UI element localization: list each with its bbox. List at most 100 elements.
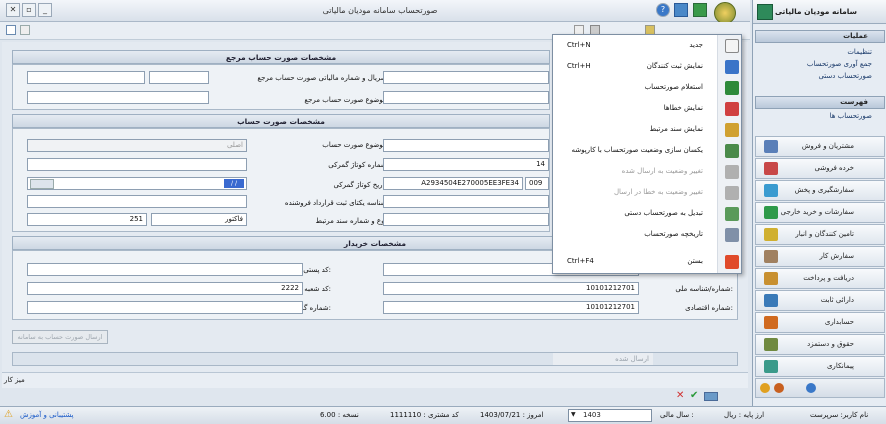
module-icon bbox=[764, 360, 778, 373]
minimize-icon[interactable]: _ bbox=[38, 3, 52, 17]
sidebar-nav-item[interactable]: حسابداری bbox=[755, 312, 885, 333]
version-text: نسخه : 6.00 bbox=[320, 411, 359, 419]
delete-icon[interactable]: ✕ bbox=[676, 391, 686, 401]
sidebar-nav-item[interactable]: سفارشگیری و پخش bbox=[755, 180, 885, 201]
sidebar-nav-item[interactable]: تامین کنندگان و انبار bbox=[755, 224, 885, 245]
save-icon[interactable] bbox=[693, 3, 707, 17]
menu-item[interactable]: جدید Ctrl+N bbox=[553, 37, 743, 55]
menu-item[interactable]: استعلام صورتحساب bbox=[553, 79, 743, 97]
branch-code-label: کد شعبه: bbox=[304, 285, 331, 293]
support-link[interactable]: پشتیبانی و آموزش bbox=[20, 411, 74, 419]
ref-serial-field[interactable] bbox=[149, 71, 209, 84]
invoice-subject-select[interactable] bbox=[383, 139, 549, 152]
sidebar-nav-item[interactable]: حقوق و دستمزد bbox=[755, 334, 885, 355]
sidebar-nav-item[interactable]: دارائی ثابت bbox=[755, 290, 885, 311]
menu-item[interactable]: تاریخچه صورتحساب bbox=[553, 226, 743, 244]
branch-code-field[interactable]: 2222 bbox=[27, 282, 303, 295]
menu-item-label: نمایش خطاها bbox=[663, 104, 703, 112]
window-title: صورتحساب سامانه مودیان مالیاتی bbox=[322, 6, 438, 15]
copy-icon[interactable] bbox=[20, 25, 30, 35]
sidebar-op-settings[interactable]: تنظیمات bbox=[847, 48, 872, 56]
confirm-icon[interactable]: ✔ bbox=[690, 391, 700, 401]
maximize-icon[interactable]: ▫ bbox=[22, 3, 36, 17]
contract-id-input[interactable] bbox=[383, 195, 549, 208]
invoice-panel-header: مشخصات صورت حساب bbox=[12, 114, 550, 128]
tax-id-prefix-field[interactable]: 009 bbox=[525, 177, 549, 190]
postal-code-field[interactable] bbox=[27, 263, 303, 276]
desk-label: میز کار bbox=[4, 376, 25, 384]
customs-date-field[interactable]: / / bbox=[27, 177, 247, 190]
menu-item-shortcut: Ctrl+H bbox=[567, 62, 591, 70]
close-icon[interactable]: ✕ bbox=[6, 3, 20, 17]
list-section[interactable]: فهرست bbox=[755, 96, 885, 109]
fiscal-year-select[interactable]: 1403 ▼ bbox=[568, 409, 652, 422]
status-strip: ارسال شده bbox=[12, 352, 738, 366]
customer-code-text: کد مشتری : 1111110 bbox=[390, 411, 459, 419]
sidebar-nav-label: حسابداری bbox=[824, 318, 854, 326]
calendar-icon[interactable] bbox=[30, 179, 54, 189]
context-menu: جدید Ctrl+N نمایش ثبت کنندگان Ctrl+H استعلام… bbox=[552, 34, 742, 274]
app-menu-orb-icon[interactable] bbox=[714, 2, 736, 24]
ref-serial-input[interactable] bbox=[383, 71, 549, 84]
send-to-system-button[interactable]: ارسال صورت حساب به سامانه bbox=[12, 330, 108, 344]
menu-item[interactable]: یکسان سازی وضعیت صورتحساب با کارپوشه bbox=[553, 142, 743, 160]
related-doc-number-field[interactable]: 251 bbox=[27, 213, 147, 226]
options-icon[interactable] bbox=[806, 383, 816, 393]
sidebar-nav-label: حقوق و دستمزد bbox=[807, 340, 854, 348]
customs-number-input[interactable]: 14 bbox=[383, 158, 549, 171]
related-doc-type-field[interactable]: فاکتور bbox=[151, 213, 247, 226]
ref-subject-field[interactable] bbox=[27, 91, 209, 104]
window-icon[interactable] bbox=[6, 25, 16, 35]
grid-icon[interactable] bbox=[674, 3, 688, 17]
related-doc-input[interactable] bbox=[383, 213, 549, 226]
app-title: سامانه مودیان مالیاتی bbox=[774, 7, 857, 16]
operations-section[interactable]: عملیات bbox=[755, 30, 885, 43]
module-icon bbox=[764, 184, 778, 197]
customs-date-value: / / bbox=[224, 179, 244, 188]
tax-id-field[interactable]: A2934504E270005EE3FE34 bbox=[383, 177, 523, 190]
menu-item: تغییر وضعیت به خطا در ارسال bbox=[553, 184, 743, 202]
sidebar-list-invoices[interactable]: صورتحساب ها bbox=[830, 112, 872, 120]
invoice-panel: موضوع صورت حساب: شماره کوتاژ گمرکی: تاری… bbox=[12, 128, 550, 232]
menu-item-label: جدید bbox=[689, 41, 703, 49]
sidebar-nav-item[interactable]: سفارشات و خرید خارجی bbox=[755, 202, 885, 223]
menu-item-label: استعلام صورتحساب bbox=[644, 83, 703, 91]
menu-item-icon bbox=[725, 144, 739, 158]
economic-code-field[interactable]: 10101212701 bbox=[383, 301, 639, 314]
title-bar: ✕ ▫ _ صورتحساب سامانه مودیان مالیاتی ? bbox=[0, 0, 750, 24]
module-icon bbox=[764, 316, 778, 329]
invoice-subject-field[interactable]: اصلی bbox=[27, 139, 247, 152]
menu-item[interactable]: نمایش خطاها bbox=[553, 100, 743, 118]
sidebar-nav-item[interactable]: سفارش کار bbox=[755, 246, 885, 267]
sidebar-op-manual[interactable]: صورتحساب دستی bbox=[818, 72, 872, 80]
sidebar-nav-item[interactable]: مشتریان و فروش bbox=[755, 136, 885, 157]
module-icon bbox=[764, 294, 778, 307]
chevron-down-icon[interactable]: ▼ bbox=[571, 411, 576, 418]
more-icon[interactable] bbox=[760, 383, 770, 393]
list-icon[interactable] bbox=[704, 392, 718, 401]
customs-number-field[interactable] bbox=[27, 158, 247, 171]
sidebar: سامانه مودیان مالیاتی عملیات تنظیمات جمع… bbox=[752, 0, 886, 406]
menu-item[interactable]: نمایش ثبت کنندگان Ctrl+H bbox=[553, 58, 743, 76]
module-icon bbox=[764, 250, 778, 263]
operations-header: عملیات bbox=[843, 32, 868, 40]
help-icon[interactable]: ? bbox=[656, 3, 670, 17]
ref-subject-select[interactable] bbox=[383, 91, 549, 104]
pin-icon[interactable] bbox=[774, 383, 784, 393]
sidebar-nav-label: سفارشگیری و پخش bbox=[794, 186, 854, 194]
sidebar-nav-label: مشتریان و فروش bbox=[801, 142, 854, 150]
related-doc-label: نوع و شماره سند مرتبط: bbox=[315, 217, 389, 225]
passport-field[interactable] bbox=[27, 301, 303, 314]
menu-item[interactable]: بستن Ctrl+F4 bbox=[553, 253, 743, 271]
national-id-field[interactable]: 10101212701 bbox=[383, 282, 639, 295]
sidebar-nav-item[interactable]: دریافت و پرداخت bbox=[755, 268, 885, 289]
economic-code-label: شماره اقتصادی: bbox=[685, 304, 733, 312]
customs-number-label: شماره کوتاژ گمرکی: bbox=[328, 161, 389, 169]
menu-item[interactable]: تبدیل به صورتحساب دستی bbox=[553, 205, 743, 223]
menu-item[interactable]: نمایش سند مرتبط bbox=[553, 121, 743, 139]
sidebar-op-collect[interactable]: جمع آوری صورتحساب bbox=[807, 60, 872, 68]
contract-id-field[interactable] bbox=[27, 195, 247, 208]
sidebar-nav-item[interactable]: خرده فروشی bbox=[755, 158, 885, 179]
ref-tax-number-field[interactable] bbox=[27, 71, 145, 84]
sidebar-nav-item[interactable]: پیمانکاری bbox=[755, 356, 885, 377]
